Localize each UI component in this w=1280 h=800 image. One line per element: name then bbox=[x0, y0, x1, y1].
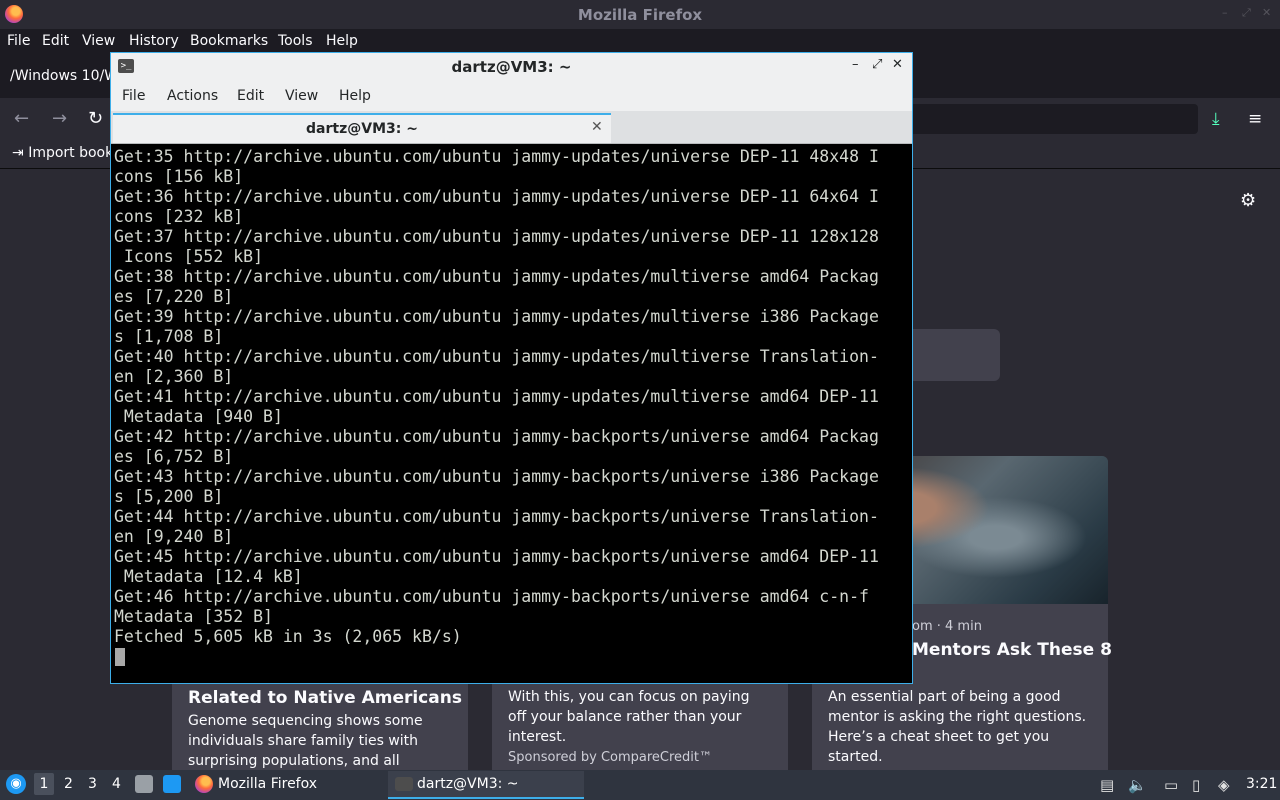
menu-bookmarks[interactable]: Bookmarks bbox=[190, 33, 268, 49]
hamburger-menu-icon[interactable]: ≡ bbox=[1248, 109, 1262, 129]
story-card-3-title: Mentors Ask These 8 bbox=[912, 640, 1112, 660]
terminal-line: cons [232 kB] bbox=[114, 207, 244, 226]
desktop-icon[interactable] bbox=[163, 775, 181, 793]
import-icon: ⇥ bbox=[12, 145, 24, 161]
tab-close-icon[interactable]: ✕ bbox=[591, 119, 603, 135]
terminal-menu-edit[interactable]: Edit bbox=[237, 88, 264, 104]
terminal-window[interactable]: >_ dartz@VM3: ~ – ⤢ ✕ File Actions Edit … bbox=[110, 52, 913, 684]
firefox-window-title: Mozilla Firefox bbox=[577, 6, 703, 24]
firefox-tab[interactable]: /Windows 10/W bbox=[10, 68, 118, 84]
terminal-line: s [1,708 B] bbox=[114, 327, 224, 346]
terminal-minimize-icon[interactable]: – bbox=[852, 57, 859, 72]
import-bookmarks-label: Import book bbox=[28, 145, 114, 161]
terminal-line: en [2,360 B] bbox=[114, 367, 234, 386]
firefox-menubar: File Edit View History Bookmarks Tools H… bbox=[0, 29, 1280, 54]
minimize-icon[interactable]: – bbox=[1222, 7, 1232, 18]
terminal-line: Fetched 5,605 kB in 3s (2,065 kB/s) bbox=[114, 627, 462, 646]
story-card-2-sponsor: Sponsored by CompareCredit™ bbox=[508, 750, 713, 765]
story-card-1-title: Related to Native Americans bbox=[188, 688, 462, 708]
terminal-line: cons [156 kB] bbox=[114, 167, 244, 186]
terminal-menu-view[interactable]: View bbox=[285, 88, 318, 104]
menu-file[interactable]: File bbox=[7, 33, 30, 49]
terminal-line: en [9,240 B] bbox=[114, 527, 234, 546]
terminal-menu-help[interactable]: Help bbox=[339, 88, 371, 104]
terminal-tab[interactable]: dartz@VM3: ~ ✕ bbox=[113, 113, 611, 143]
menu-tools[interactable]: Tools bbox=[278, 33, 313, 49]
firefox-task-icon bbox=[195, 775, 213, 793]
notification-icon[interactable]: ◈ bbox=[1218, 776, 1230, 794]
back-arrow-icon[interactable]: ← bbox=[14, 108, 29, 129]
terminal-line: Get:44 http://archive.ubuntu.com/ubuntu … bbox=[114, 507, 879, 526]
menu-view[interactable]: View bbox=[82, 33, 115, 49]
terminal-line: Get:42 http://archive.ubuntu.com/ubuntu … bbox=[114, 427, 879, 446]
terminal-line: Get:46 http://archive.ubuntu.com/ubuntu … bbox=[114, 587, 869, 606]
terminal-line: Get:35 http://archive.ubuntu.com/ubuntu … bbox=[114, 147, 879, 166]
workspace-2[interactable]: 2 bbox=[64, 776, 73, 792]
reload-icon[interactable]: ↻ bbox=[88, 108, 103, 129]
terminal-line: Get:45 http://archive.ubuntu.com/ubuntu … bbox=[114, 547, 879, 566]
terminal-menu-file[interactable]: File bbox=[122, 88, 145, 104]
story-card-2-body: With this, you can focus on paying off y… bbox=[508, 689, 750, 745]
terminal-line: Get:37 http://archive.ubuntu.com/ubuntu … bbox=[114, 227, 879, 246]
url-bar[interactable] bbox=[910, 104, 1198, 134]
story-card-3-body: An essential part of being a good mentor… bbox=[828, 689, 1087, 765]
terminal-line: es [7,220 B] bbox=[114, 287, 234, 306]
story-card-3-meta: om · 4 min bbox=[912, 619, 982, 634]
terminal-tab-label: dartz@VM3: ~ bbox=[306, 121, 418, 137]
taskbar bbox=[0, 770, 1280, 800]
network-icon[interactable]: ▭ bbox=[1164, 776, 1178, 794]
download-icon[interactable]: ⤓ bbox=[1212, 109, 1220, 129]
terminal-output[interactable]: Get:35 http://archive.ubuntu.com/ubuntu … bbox=[114, 147, 904, 647]
gear-icon[interactable]: ⚙ bbox=[1240, 190, 1256, 211]
notes-icon[interactable]: ▯ bbox=[1192, 776, 1200, 794]
search-box[interactable] bbox=[912, 329, 1000, 381]
volume-icon[interactable]: 🔈 bbox=[1128, 776, 1147, 794]
menu-help[interactable]: Help bbox=[326, 33, 358, 49]
terminal-line: Metadata [940 B] bbox=[114, 407, 283, 426]
terminal-close-icon[interactable]: ✕ bbox=[892, 57, 903, 72]
terminal-line: Get:39 http://archive.ubuntu.com/ubuntu … bbox=[114, 307, 879, 326]
workspace-1[interactable]: 1 bbox=[34, 773, 54, 795]
menu-history[interactable]: History bbox=[129, 33, 179, 49]
task-terminal[interactable]: dartz@VM3: ~ bbox=[417, 776, 519, 792]
terminal-line: Metadata [12.4 kB] bbox=[114, 567, 303, 586]
terminal-line: Get:43 http://archive.ubuntu.com/ubuntu … bbox=[114, 467, 879, 486]
terminal-line: Icons [552 kB] bbox=[114, 247, 264, 266]
terminal-window-title: dartz@VM3: ~ bbox=[451, 58, 572, 76]
forward-arrow-icon[interactable]: → bbox=[52, 108, 67, 129]
workspace-4[interactable]: 4 bbox=[112, 776, 121, 792]
terminal-line: Get:36 http://archive.ubuntu.com/ubuntu … bbox=[114, 187, 879, 206]
terminal-line: Get:38 http://archive.ubuntu.com/ubuntu … bbox=[114, 267, 879, 286]
terminal-menu-actions[interactable]: Actions bbox=[167, 88, 218, 104]
terminal-line: Metadata [352 B] bbox=[114, 607, 273, 626]
menu-edit[interactable]: Edit bbox=[42, 33, 69, 49]
clipboard-icon[interactable]: ▤ bbox=[1100, 776, 1114, 794]
terminal-line: es [6,752 B] bbox=[114, 447, 234, 466]
terminal-line: Get:41 http://archive.ubuntu.com/ubuntu … bbox=[114, 387, 879, 406]
maximize-icon[interactable]: ⤢ bbox=[1242, 7, 1252, 18]
file-manager-icon[interactable] bbox=[135, 775, 153, 793]
terminal-maximize-icon[interactable]: ⤢ bbox=[872, 57, 882, 72]
close-icon[interactable]: ✕ bbox=[1262, 7, 1272, 18]
clock: 3:21 bbox=[1246, 776, 1278, 792]
terminal-task-icon bbox=[395, 777, 413, 791]
terminal-menubar: File Actions Edit View Help bbox=[111, 81, 912, 111]
terminal-line: Get:40 http://archive.ubuntu.com/ubuntu … bbox=[114, 347, 879, 366]
task-firefox[interactable]: Mozilla Firefox bbox=[218, 776, 317, 792]
start-menu-icon[interactable]: ◉ bbox=[6, 774, 26, 794]
terminal-cursor bbox=[115, 648, 125, 666]
workspace-3[interactable]: 3 bbox=[88, 776, 97, 792]
terminal-line: s [5,200 B] bbox=[114, 487, 224, 506]
terminal-titlebar[interactable]: >_ dartz@VM3: ~ – ⤢ ✕ bbox=[111, 53, 912, 81]
import-bookmarks-link[interactable]: ⇥ Import book bbox=[12, 145, 113, 161]
